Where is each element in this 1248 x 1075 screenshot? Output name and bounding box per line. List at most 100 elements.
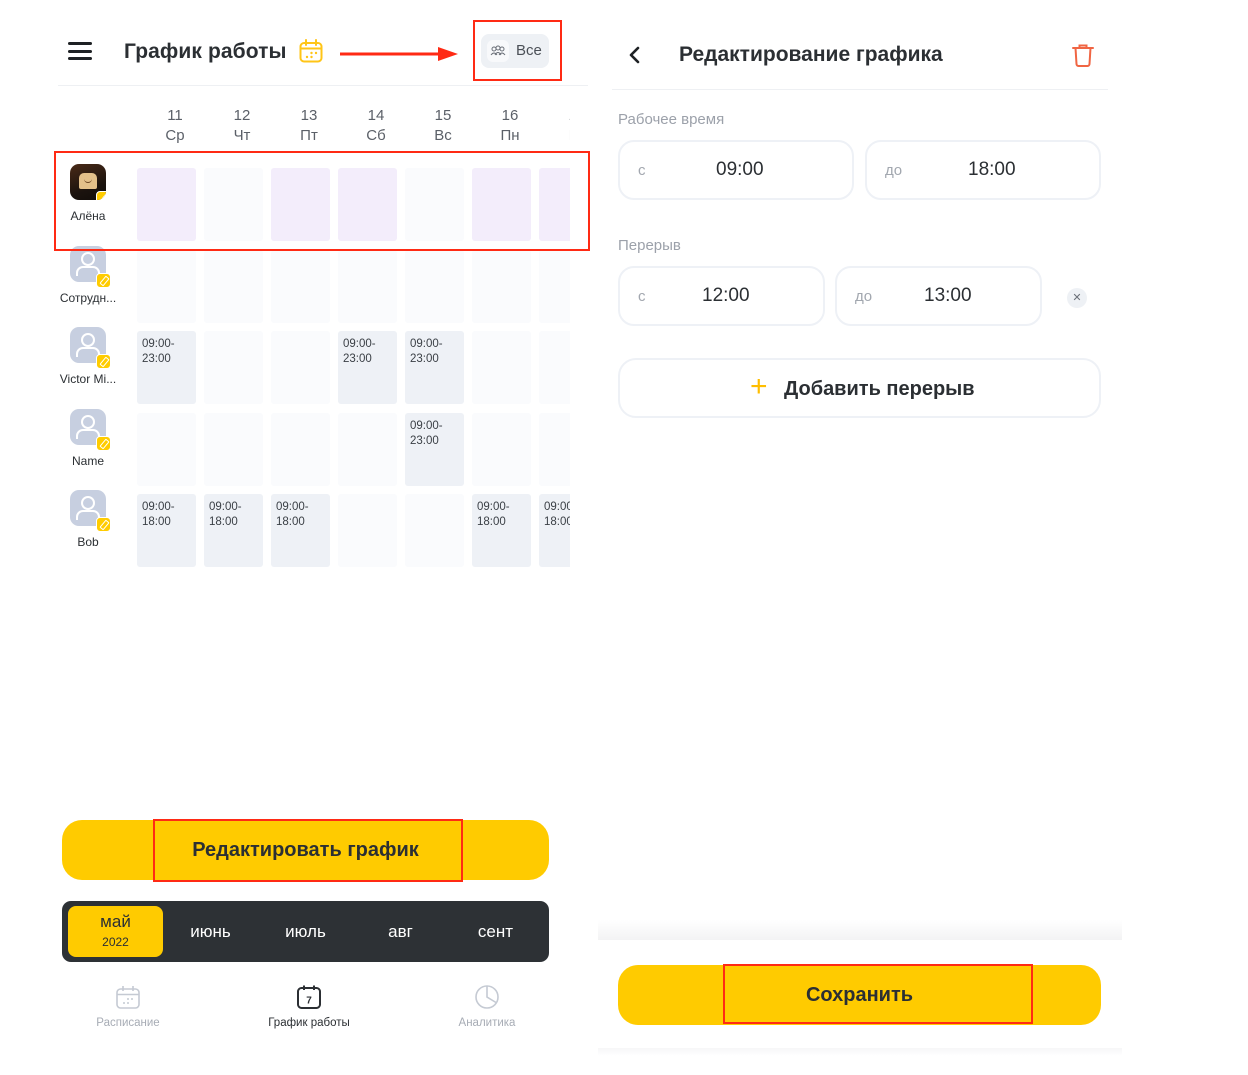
avatar	[70, 246, 111, 288]
pencil-icon[interactable]	[96, 273, 111, 288]
break-from-prefix: с	[638, 288, 646, 305]
work-time-from-field[interactable]: с 09:00	[618, 140, 854, 200]
shift-time: 09:00- 23:00	[343, 338, 376, 365]
trash-icon[interactable]	[1071, 42, 1095, 68]
month-0[interactable]: май 2022	[68, 906, 163, 957]
day-weekday: Пн	[500, 127, 520, 144]
remove-break-button[interactable]: ✕	[1067, 288, 1087, 308]
pie-chart-icon	[475, 985, 499, 1009]
day-header: 12 Чт	[212, 106, 272, 146]
shift-time: 09:00- 18:00	[142, 501, 175, 528]
month-3[interactable]: авг	[353, 901, 448, 962]
employee-row: Name 09:00- 23:00	[56, 407, 570, 486]
employee-name: Victor Mi...	[59, 372, 117, 386]
calendar-icon	[116, 986, 140, 1009]
bottom-tab-bar: Расписание 7 График работы Аналитика	[58, 980, 558, 1040]
schedule-cell[interactable]	[539, 413, 570, 486]
employee[interactable]: Сотрудн...	[56, 246, 120, 305]
schedule-cell[interactable]: 09:00- 18:00	[271, 494, 330, 567]
schedule-cell[interactable]	[338, 250, 397, 323]
tab-schedule[interactable]: Расписание	[58, 980, 198, 1029]
day-weekday: Вс	[434, 127, 452, 144]
schedule-cell[interactable]: 09:00- 18:00	[472, 494, 531, 567]
day-header: 11 Ср	[145, 106, 205, 146]
schedule-cell[interactable]	[472, 250, 531, 323]
shift-time: 09:00- 23:00	[142, 338, 175, 365]
month-2[interactable]: июль	[258, 901, 353, 962]
schedule-cell[interactable]	[539, 250, 570, 323]
schedule-cell[interactable]: 09:00- 23:00	[405, 331, 464, 404]
pencil-icon[interactable]	[96, 354, 111, 369]
shift-time: 09:00- 18:00	[477, 501, 510, 528]
day-weekday: Вт	[547, 126, 570, 146]
schedule-cell[interactable]	[472, 331, 531, 404]
chevron-left-icon[interactable]	[624, 44, 646, 66]
schedule-cell[interactable]	[338, 494, 397, 567]
schedule-cell[interactable]	[472, 413, 531, 486]
month-4[interactable]: сент	[448, 901, 543, 962]
person-icon	[76, 252, 100, 276]
employee[interactable]: Bob	[56, 490, 120, 549]
employee[interactable]: Victor Mi...	[56, 327, 120, 386]
schedule-cell[interactable]	[405, 250, 464, 323]
schedule-cell[interactable]: 09:00- 23:00	[405, 413, 464, 486]
pencil-icon[interactable]	[96, 436, 111, 451]
schedule-cell[interactable]	[405, 494, 464, 567]
avatar	[70, 327, 111, 369]
employee-name: Name	[71, 454, 104, 468]
svg-text:7: 7	[306, 996, 312, 1007]
employee-row: Сотрудн...	[56, 244, 570, 323]
employee-row: Victor Mi... 09:00- 23:00 09:00- 23:00 09:0…	[56, 325, 570, 404]
work-time-to-value: 18:00	[968, 159, 1016, 180]
shift-time: 09:00- 18:00	[544, 501, 570, 528]
schedule-cell[interactable]	[204, 413, 263, 486]
day-number: 14	[367, 107, 385, 124]
schedule-cell[interactable]	[271, 331, 330, 404]
tab-work-schedule[interactable]: 7 График работы	[239, 980, 379, 1029]
calendar-icon[interactable]	[298, 38, 324, 64]
schedule-cell[interactable]: 09:00- 23:00	[338, 331, 397, 404]
schedule-cell[interactable]	[204, 331, 263, 404]
schedule-cell[interactable]	[137, 413, 196, 486]
work-schedule-screen: График работы Все 11 Ср 12 Чт 13 Пт 14 Сб 15 Вс 16…	[0, 0, 600, 1075]
break-from-field[interactable]: с 12:00	[618, 266, 825, 326]
add-break-button[interactable]: + Добавить перерыв	[618, 358, 1101, 418]
tab-analytics-label: Аналитика	[458, 1017, 516, 1029]
work-time-label: Рабочее время	[618, 111, 725, 128]
schedule-cell[interactable]	[271, 250, 330, 323]
pencil-icon[interactable]	[96, 517, 111, 532]
work-time-from-value: 09:00	[716, 159, 764, 180]
hamburger-menu-icon[interactable]	[68, 42, 92, 60]
schedule-cell[interactable]: 09:00- 23:00	[137, 331, 196, 404]
schedule-cell[interactable]	[539, 331, 570, 404]
tab-schedule-label: Расписание	[96, 1017, 160, 1029]
schedule-cell[interactable]	[271, 413, 330, 486]
page-title: График работы	[124, 40, 287, 63]
footer-bottom-divider	[598, 1048, 1122, 1056]
shift-time: 09:00- 18:00	[276, 501, 309, 528]
header: Редактирование графика	[612, 28, 1108, 90]
schedule-cell[interactable]	[204, 250, 263, 323]
schedule-cell[interactable]: 09:00- 18:00	[539, 494, 570, 567]
schedule-cell[interactable]	[338, 413, 397, 486]
work-time-to-field[interactable]: до 18:00	[865, 140, 1101, 200]
break-to-field[interactable]: до 13:00	[835, 266, 1042, 326]
month-year: 2022	[102, 935, 129, 949]
shift-time: 09:00- 18:00	[209, 501, 242, 528]
day-number: 15	[434, 107, 452, 124]
month-1[interactable]: июнь	[163, 901, 258, 962]
break-to-value: 13:00	[924, 285, 972, 306]
page-title: Редактирование графика	[679, 43, 943, 66]
employee[interactable]: Name	[56, 409, 120, 468]
shift-time: 09:00- 23:00	[410, 338, 443, 365]
day-number: 17	[547, 106, 570, 126]
day-number: 13	[300, 107, 318, 124]
month-label: май	[100, 912, 131, 931]
plus-icon: +	[750, 370, 768, 403]
schedule-cell[interactable]: 09:00- 18:00	[204, 494, 263, 567]
schedule-cell[interactable]: 09:00- 18:00	[137, 494, 196, 567]
schedule-cell[interactable]	[137, 250, 196, 323]
tab-analytics[interactable]: Аналитика	[417, 980, 557, 1029]
day-weekday: Пт	[300, 127, 318, 144]
day-header: 14 Сб	[346, 106, 406, 146]
